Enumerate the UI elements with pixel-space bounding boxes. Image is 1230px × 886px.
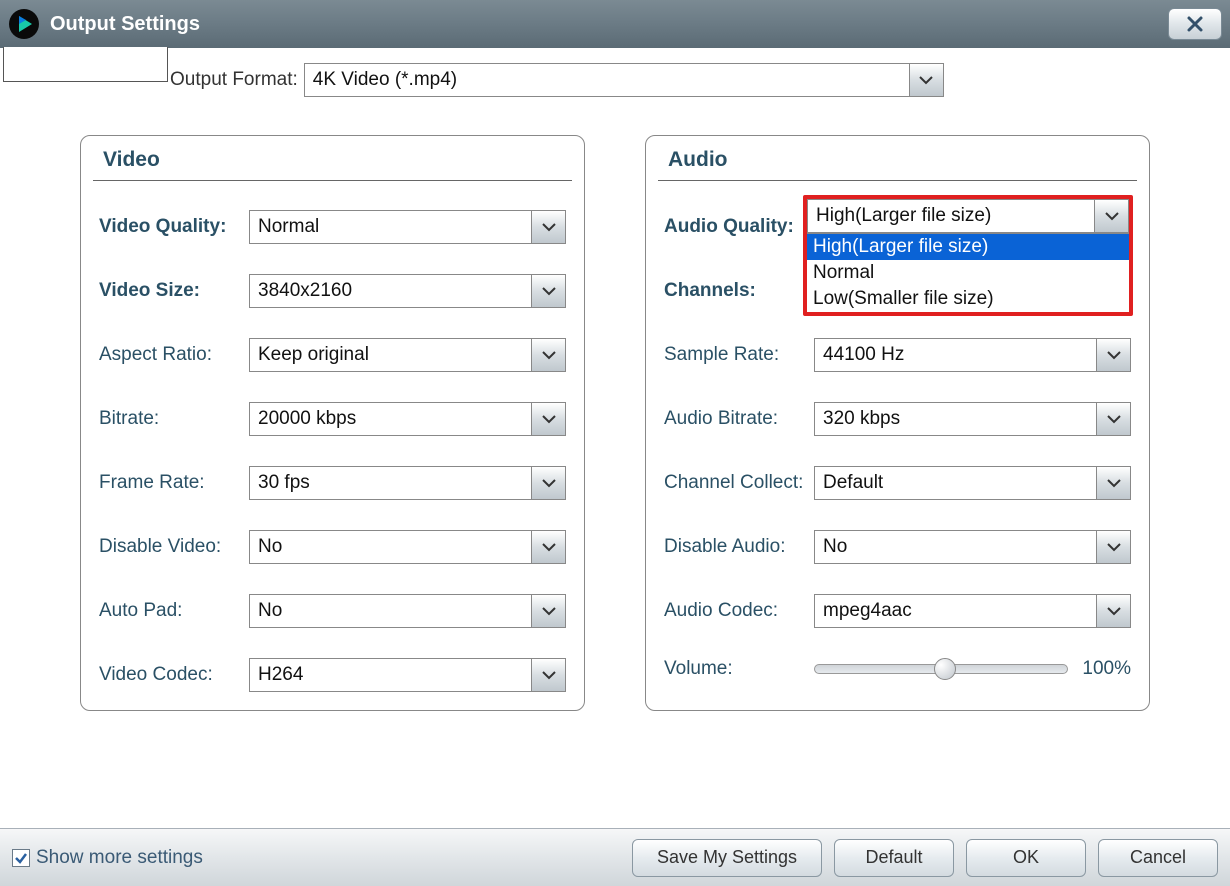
channel-collect-select[interactable]: Default (814, 466, 1131, 500)
chevron-down-icon (541, 603, 557, 619)
close-icon (1186, 15, 1204, 33)
video-group-title: Video (99, 148, 164, 172)
footer-bar: Show more settings Save My Settings Defa… (0, 828, 1230, 886)
audio-quality-label: Audio Quality: (664, 216, 814, 238)
chevron-down-icon (1106, 539, 1122, 555)
chevron-down-icon (541, 667, 557, 683)
save-my-settings-button[interactable]: Save My Settings (632, 839, 822, 877)
disable-video-label: Disable Video: (99, 536, 249, 558)
chevron-down-icon (918, 72, 934, 88)
audio-codec-select[interactable]: mpeg4aac (814, 594, 1131, 628)
disable-video-select[interactable]: No (249, 530, 566, 564)
volume-value: 100% (1082, 658, 1131, 680)
volume-slider-thumb[interactable] (934, 658, 956, 680)
output-format-value: 4K Video (*.mp4) (305, 65, 909, 95)
video-quality-label: Video Quality: (99, 216, 249, 238)
chevron-down-icon (1106, 411, 1122, 427)
auto-pad-select[interactable]: No (249, 594, 566, 628)
video-bitrate-label: Bitrate: (99, 408, 249, 430)
volume-slider[interactable] (814, 664, 1068, 674)
show-more-settings-label: Show more settings (36, 847, 203, 869)
chevron-down-icon (541, 539, 557, 555)
window-title: Output Settings (50, 13, 200, 36)
video-codec-select[interactable]: H264 (249, 658, 566, 692)
chevron-down-icon (1106, 475, 1122, 491)
ok-button[interactable]: OK (966, 839, 1086, 877)
audio-quality-option-high[interactable]: High(Larger file size) (807, 234, 1129, 260)
aspect-ratio-select[interactable]: Keep original (249, 338, 566, 372)
frame-rate-select[interactable]: 30 fps (249, 466, 566, 500)
disable-audio-select[interactable]: No (814, 530, 1131, 564)
audio-quality-dropdown-list: High(Larger file size) Normal Low(Smalle… (807, 233, 1129, 312)
checkbox-icon[interactable] (12, 849, 30, 867)
channels-label: Channels: (664, 280, 814, 302)
chevron-down-icon (1104, 208, 1120, 224)
video-codec-label: Video Codec: (99, 664, 249, 686)
cancel-button[interactable]: Cancel (1098, 839, 1218, 877)
audio-quality-option-low[interactable]: Low(Smaller file size) (807, 286, 1129, 312)
channel-collect-label: Channel Collect: (664, 472, 814, 494)
chevron-down-icon (1106, 347, 1122, 363)
app-logo-icon (8, 8, 40, 40)
video-size-select[interactable]: 3840x2160 (249, 274, 566, 308)
output-format-select[interactable]: 4K Video (*.mp4) (304, 63, 944, 97)
chevron-down-icon (541, 283, 557, 299)
video-bitrate-select[interactable]: 20000 kbps (249, 402, 566, 436)
audio-quality-highlight: High(Larger file size) High(Larger file … (803, 195, 1133, 316)
aspect-ratio-label: Aspect Ratio: (99, 344, 249, 366)
output-format-label: Output Format: (170, 69, 298, 91)
audio-group: Audio High(Larger file size) High(Larger… (645, 135, 1150, 711)
chevron-down-icon (541, 411, 557, 427)
chevron-down-icon (541, 219, 557, 235)
audio-group-title: Audio (664, 148, 731, 172)
close-button[interactable] (1168, 8, 1222, 40)
chevron-down-icon (541, 475, 557, 491)
volume-label: Volume: (664, 658, 814, 680)
video-group: Video Video Quality: Normal Video Size: … (80, 135, 585, 711)
show-more-settings-checkbox[interactable]: Show more settings (12, 847, 203, 869)
sample-rate-label: Sample Rate: (664, 344, 814, 366)
disable-audio-label: Disable Audio: (664, 536, 814, 558)
content-area: Output Format: 4K Video (*.mp4) Video Vi… (0, 48, 1230, 828)
audio-bitrate-select[interactable]: 320 kbps (814, 402, 1131, 436)
output-format-dropdown-button[interactable] (909, 64, 943, 96)
chevron-down-icon (541, 347, 557, 363)
chevron-down-icon (1106, 603, 1122, 619)
video-size-label: Video Size: (99, 280, 249, 302)
default-button[interactable]: Default (834, 839, 954, 877)
titlebar: Output Settings (0, 0, 1230, 48)
audio-codec-label: Audio Codec: (664, 600, 814, 622)
audio-quality-select[interactable]: High(Larger file size) (807, 199, 1129, 233)
auto-pad-label: Auto Pad: (99, 600, 249, 622)
video-quality-select[interactable]: Normal (249, 210, 566, 244)
audio-quality-option-normal[interactable]: Normal (807, 260, 1129, 286)
frame-rate-label: Frame Rate: (99, 472, 249, 494)
tab-artifact (3, 47, 168, 82)
audio-bitrate-label: Audio Bitrate: (664, 408, 814, 430)
sample-rate-select[interactable]: 44100 Hz (814, 338, 1131, 372)
